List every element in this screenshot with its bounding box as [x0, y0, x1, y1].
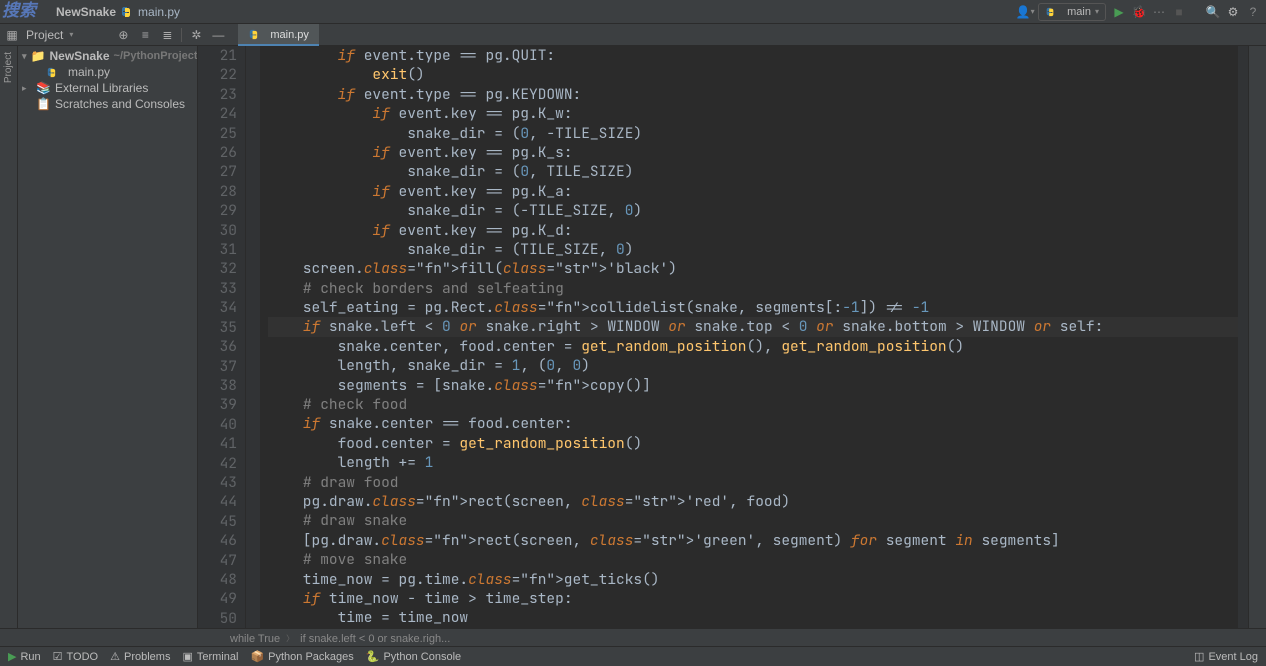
event-log[interactable]: ◫ Event Log: [1194, 650, 1258, 663]
watermark-logo: 搜索: [2, 0, 36, 21]
scratches[interactable]: 📋 Scratches and Consoles: [22, 96, 193, 112]
scratch-icon: 📋: [36, 97, 51, 111]
tab-label: Run: [20, 651, 40, 663]
scratches-label: Scratches and Consoles: [55, 97, 185, 111]
python-packages-tab[interactable]: 📦 Python Packages: [250, 650, 353, 663]
tab-label: Python Console: [383, 651, 461, 663]
file-name: main.py: [138, 5, 180, 19]
problems-tab[interactable]: ⚠ Problems: [110, 650, 170, 663]
tab-label: TODO: [67, 651, 99, 663]
project-root-name: NewSnake: [49, 49, 109, 63]
external-libraries[interactable]: ▸ 📚 External Libraries: [22, 80, 193, 96]
error-stripe[interactable]: [1238, 46, 1248, 628]
project-sidebar[interactable]: ▾ 📁 NewSnake ~/PythonProjects/Pr main.py…: [18, 46, 198, 628]
file-item[interactable]: main.py: [22, 64, 193, 80]
stop-button[interactable]: ■: [1172, 5, 1186, 19]
settings-icon[interactable]: ⚙: [1226, 5, 1240, 19]
breadcrumb-item[interactable]: if snake.left < 0 or snake.righ...: [300, 633, 450, 645]
help-icon[interactable]: ?: [1246, 5, 1260, 19]
external-label: External Libraries: [55, 81, 148, 95]
file-name: main.py: [68, 65, 110, 79]
python-file-icon: [248, 28, 262, 42]
folder-icon: 📁: [31, 49, 46, 63]
debug-button[interactable]: 🐞: [1132, 5, 1146, 19]
editor-tab[interactable]: main.py: [238, 24, 319, 46]
project-root[interactable]: ▾ 📁 NewSnake ~/PythonProjects/Pr: [22, 48, 193, 64]
collapse-all-icon[interactable]: ≣: [159, 27, 175, 43]
tab-label: main.py: [270, 29, 309, 41]
project-tool-icon[interactable]: ▦: [4, 27, 20, 43]
select-opened-file-icon[interactable]: ⊕: [115, 27, 131, 43]
bottom-tool-bar: ▶Run ☑ TODO ⚠ Problems ▣ Terminal 📦 Pyth…: [0, 646, 1266, 666]
python-file-icon: [46, 65, 60, 79]
left-tool-strip: Project: [0, 46, 18, 628]
chevron-right-icon: 〉: [286, 633, 294, 644]
project-name: NewSnake: [56, 5, 116, 19]
python-icon: [1045, 5, 1059, 19]
expand-all-icon[interactable]: ≡: [137, 27, 153, 43]
run-button[interactable]: ▶: [1112, 5, 1126, 19]
project-label[interactable]: Project: [26, 28, 63, 42]
breadcrumb[interactable]: while True 〉 if snake.left < 0 or snake.…: [0, 628, 1266, 648]
more-run-icon[interactable]: ⋯: [1152, 5, 1166, 19]
breadcrumb-item[interactable]: while True: [230, 633, 280, 645]
library-icon: 📚: [36, 81, 51, 95]
chevron-down-icon[interactable]: ▾: [69, 30, 73, 39]
todo-tab[interactable]: ☑ TODO: [53, 650, 98, 663]
chevron-down-icon: ▾: [1095, 7, 1099, 16]
run-config-selector[interactable]: main ▾: [1038, 3, 1106, 21]
run-tab[interactable]: ▶Run: [8, 650, 41, 663]
code-editor[interactable]: if event.type == pg.QUIT: exit() if even…: [260, 46, 1248, 628]
title-bar: NewSnake main.py 👤▾ main ▾ ▶ 🐞 ⋯ ■ 🔍 ⚙ ?: [0, 0, 1266, 24]
tab-label: Python Packages: [268, 651, 354, 663]
user-icon[interactable]: 👤▾: [1018, 5, 1032, 19]
project-root-path: ~/PythonProjects/Pr: [114, 50, 198, 62]
chevron-right-icon[interactable]: ▸: [22, 83, 32, 94]
terminal-tab[interactable]: ▣ Terminal: [182, 650, 238, 663]
settings-icon[interactable]: ✲: [188, 27, 204, 43]
chevron-down-icon[interactable]: ▾: [22, 51, 27, 62]
search-icon[interactable]: 🔍: [1206, 5, 1220, 19]
tab-label: Terminal: [197, 651, 239, 663]
line-number-gutter[interactable]: 2122232425262728293031323334353637383940…: [198, 46, 246, 628]
right-tool-strip: [1248, 46, 1266, 628]
project-tool-button[interactable]: Project: [3, 52, 14, 83]
fold-strip[interactable]: [246, 46, 260, 628]
python-console-tab[interactable]: 🐍 Python Console: [366, 650, 461, 663]
run-config-name: main: [1067, 6, 1091, 18]
project-path: NewSnake: [56, 5, 116, 19]
hide-icon[interactable]: —: [210, 27, 226, 43]
tab-label: Problems: [124, 651, 170, 663]
python-file-icon: [120, 5, 134, 19]
project-toolbar: ▦ Project ▾ ⊕ ≡ ≣ ✲ — main.py: [0, 24, 1266, 46]
event-log-label: Event Log: [1208, 651, 1258, 663]
